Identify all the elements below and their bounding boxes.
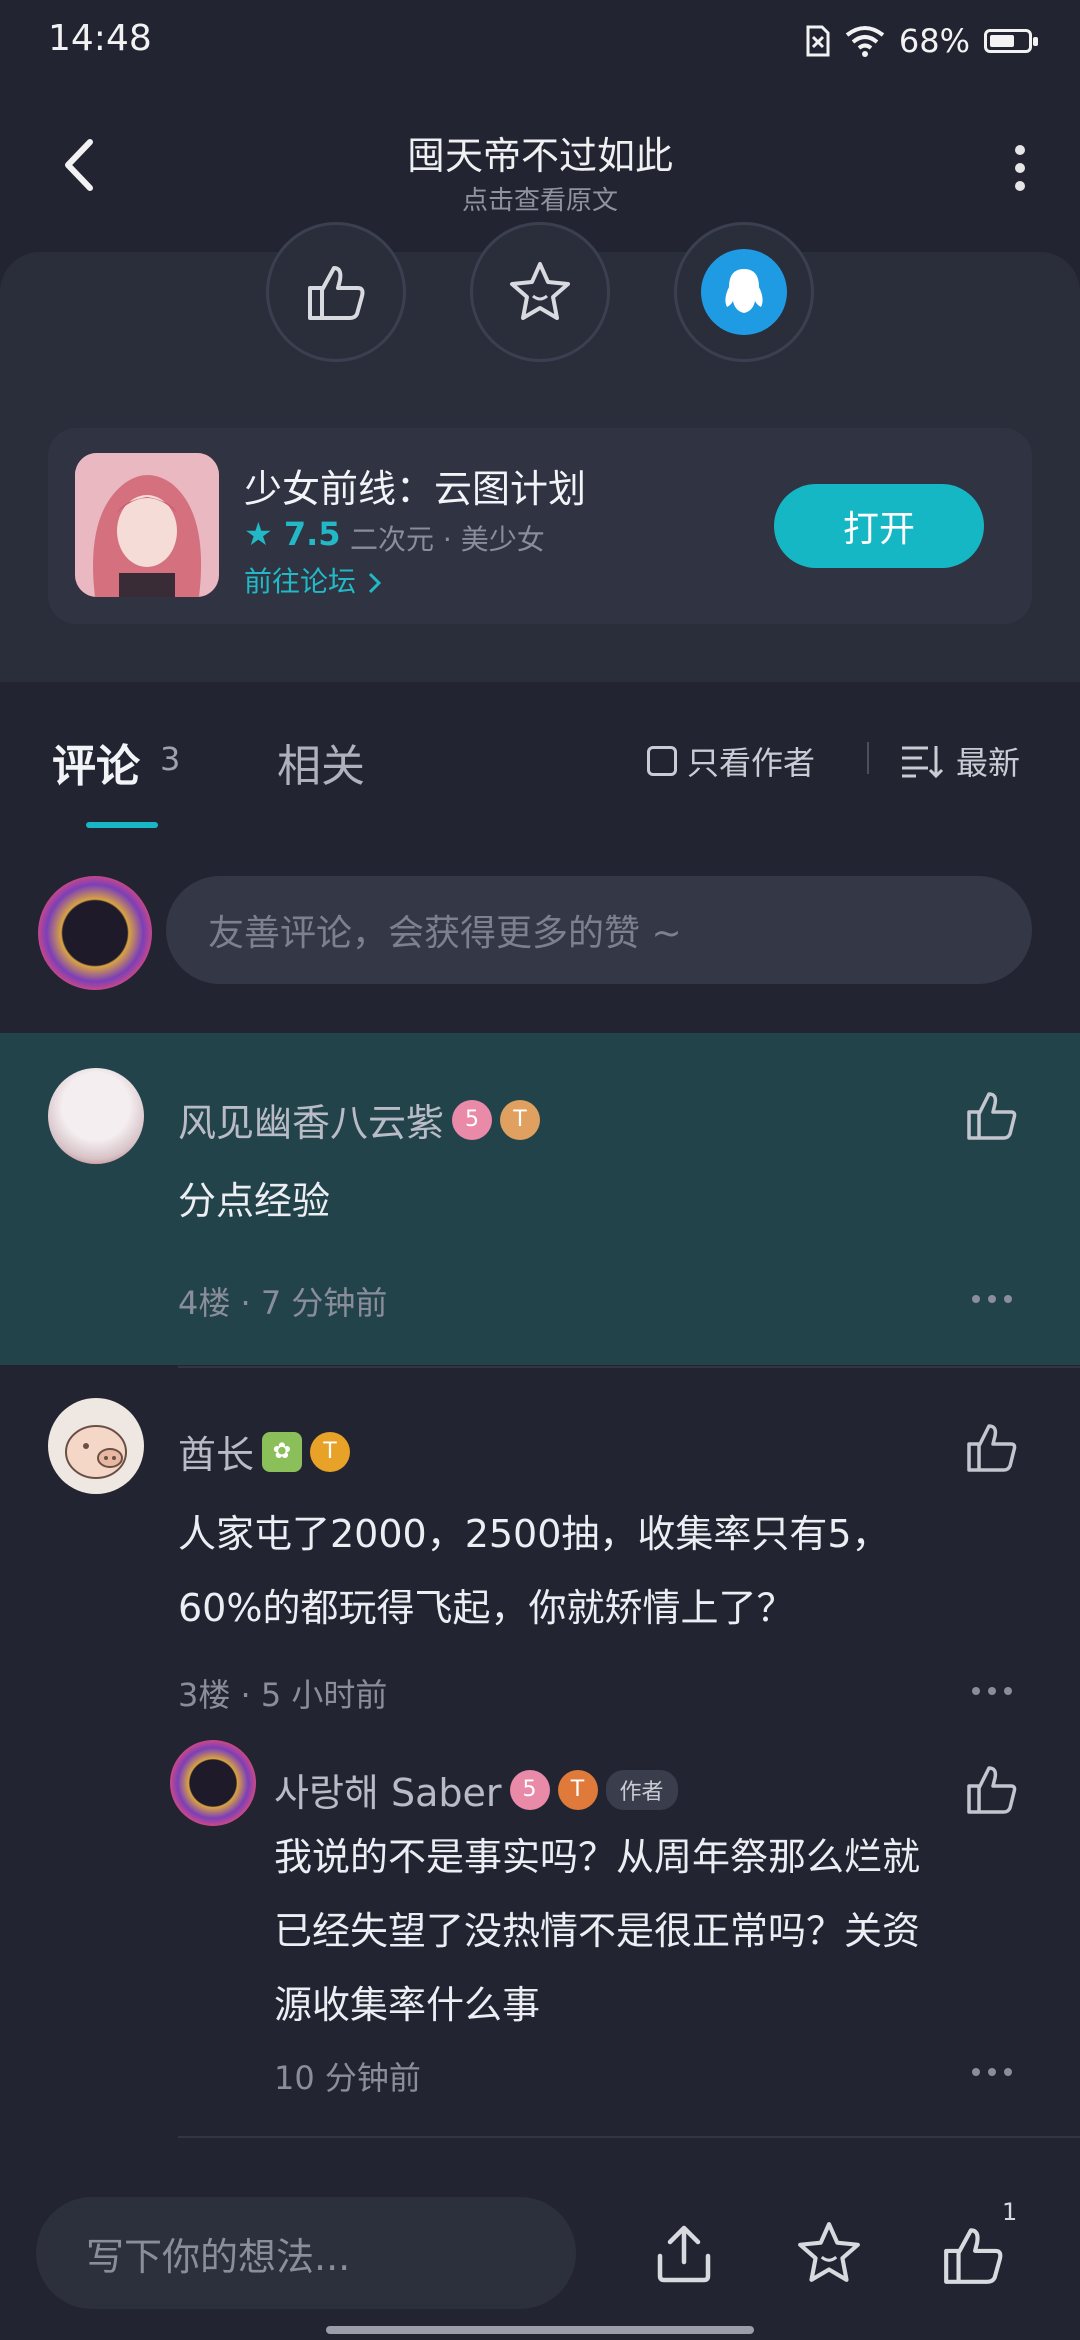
share-icon[interactable] bbox=[652, 2222, 716, 2286]
post-title[interactable]: 囤天帝不过如此 bbox=[0, 125, 1080, 180]
game-rating: ★ 7.5 bbox=[244, 515, 341, 553]
author-only-checkbox[interactable] bbox=[647, 746, 677, 776]
commenter-name[interactable]: 酋长 bbox=[178, 1424, 254, 1479]
sim-off-icon bbox=[806, 25, 830, 57]
sort-icon bbox=[902, 746, 944, 778]
comment-divider bbox=[178, 2136, 1080, 2138]
comment-text: 分点经验 bbox=[178, 1179, 331, 1223]
reply-text-line: 源收集率什么事 bbox=[274, 1983, 541, 2027]
comments-count: 3 bbox=[160, 740, 181, 778]
comment-divider bbox=[178, 1366, 1080, 1368]
home-indicator[interactable] bbox=[326, 2326, 754, 2334]
active-tab-indicator bbox=[86, 822, 158, 828]
forum-link-label: 前往论坛 bbox=[244, 565, 357, 598]
tab-comments[interactable]: 评论 bbox=[52, 730, 140, 794]
medal-badge-icon: T bbox=[310, 1431, 351, 1472]
tab-related[interactable]: 相关 bbox=[277, 730, 365, 794]
sort-button[interactable]: 最新 bbox=[900, 738, 1020, 784]
status-icons: 68% bbox=[805, 22, 1038, 60]
wifi-icon bbox=[845, 26, 885, 57]
commenter-avatar[interactable] bbox=[48, 1398, 144, 1494]
like-post-button[interactable] bbox=[266, 222, 406, 362]
filter-divider bbox=[867, 742, 869, 774]
favorite-icon[interactable] bbox=[796, 2220, 862, 2286]
comment-input[interactable]: 友善评论，会获得更多的赞 ~ bbox=[166, 876, 1032, 984]
commenter-name[interactable]: 风见幽香八云紫 bbox=[178, 1092, 444, 1147]
comment-text-line: 60%的都玩得飞起，你就矫情上了？ bbox=[178, 1586, 795, 1630]
pig-avatar-icon bbox=[65, 1425, 127, 1479]
battery-level bbox=[990, 35, 1014, 47]
reply-text-line: 已经失望了没热情不是很正常吗？关资 bbox=[274, 1909, 921, 1953]
sort-label: 最新 bbox=[956, 744, 1021, 782]
comment-highlight bbox=[0, 1033, 1080, 1365]
rating-value: 7.5 bbox=[283, 515, 341, 553]
battery-icon bbox=[984, 29, 1038, 53]
comment-meta: 3楼 · 5 小时前 bbox=[178, 1676, 388, 1714]
reply-meta: 10 分钟前 bbox=[274, 2059, 421, 2097]
comment-like-button[interactable] bbox=[965, 1088, 1019, 1142]
game-name[interactable]: 少女前线：云图计划 bbox=[244, 458, 586, 513]
battery-percent: 68% bbox=[898, 22, 970, 60]
reply-author-name[interactable]: 사랑해 Saber bbox=[274, 1762, 502, 1817]
star-face-icon bbox=[510, 262, 570, 320]
author-tag: 作者 bbox=[605, 1769, 678, 1810]
share-qq-button[interactable] bbox=[674, 222, 814, 362]
avatar-frame-badge-icon: ✿ bbox=[262, 1431, 303, 1472]
qq-icon bbox=[701, 249, 787, 335]
reply-more-icon[interactable] bbox=[970, 2066, 1014, 2078]
comment-meta: 4楼 · 7 分钟前 bbox=[178, 1284, 388, 1322]
comment-more-icon[interactable] bbox=[970, 1685, 1014, 1697]
medal-badge-icon: T bbox=[500, 1099, 541, 1140]
view-original-link[interactable]: 点击查看原文 bbox=[0, 180, 1080, 217]
level-badge-icon: 5 bbox=[452, 1099, 493, 1140]
my-avatar[interactable] bbox=[38, 876, 152, 990]
medal-badge-icon: T bbox=[557, 1769, 598, 1810]
thumbs-up-icon bbox=[308, 266, 365, 320]
open-game-button[interactable]: 打开 bbox=[774, 484, 984, 568]
forum-link[interactable]: 前往论坛 bbox=[244, 560, 385, 600]
favorite-post-button[interactable] bbox=[470, 222, 610, 362]
game-icon[interactable] bbox=[75, 453, 219, 597]
commenter-avatar[interactable] bbox=[48, 1068, 144, 1164]
reply-input[interactable]: 写下你的想法... bbox=[36, 2197, 576, 2309]
like-icon[interactable] bbox=[940, 2222, 1006, 2288]
comment-header: 风见幽香八云紫 5 T bbox=[178, 1092, 541, 1147]
comment-text-line: 人家屯了2000，2500抽，收集率只有5， bbox=[178, 1512, 890, 1556]
reply-text-line: 我说的不是事实吗？从周年祭那么烂就 bbox=[274, 1835, 921, 1879]
like-count: 1 bbox=[1002, 2198, 1018, 2226]
reply-header: 사랑해 Saber 5 T 作者 bbox=[274, 1762, 678, 1817]
author-only-label: 只看作者 bbox=[687, 744, 816, 782]
chevron-right-icon bbox=[368, 572, 382, 594]
author-only-toggle[interactable]: 只看作者 bbox=[647, 738, 815, 784]
star-icon: ★ bbox=[244, 515, 273, 553]
comment-header: 酋长 ✿ T bbox=[178, 1424, 351, 1479]
status-time: 14:48 bbox=[48, 18, 152, 59]
reply-like-button[interactable] bbox=[965, 1762, 1019, 1816]
game-tags: 二次元 · 美少女 bbox=[350, 523, 545, 556]
comment-like-button[interactable] bbox=[965, 1420, 1019, 1474]
reply-author-avatar[interactable] bbox=[170, 1740, 256, 1826]
more-options-button[interactable] bbox=[1000, 138, 1040, 198]
level-badge-icon: 5 bbox=[509, 1769, 550, 1810]
comment-more-icon[interactable] bbox=[970, 1293, 1014, 1305]
